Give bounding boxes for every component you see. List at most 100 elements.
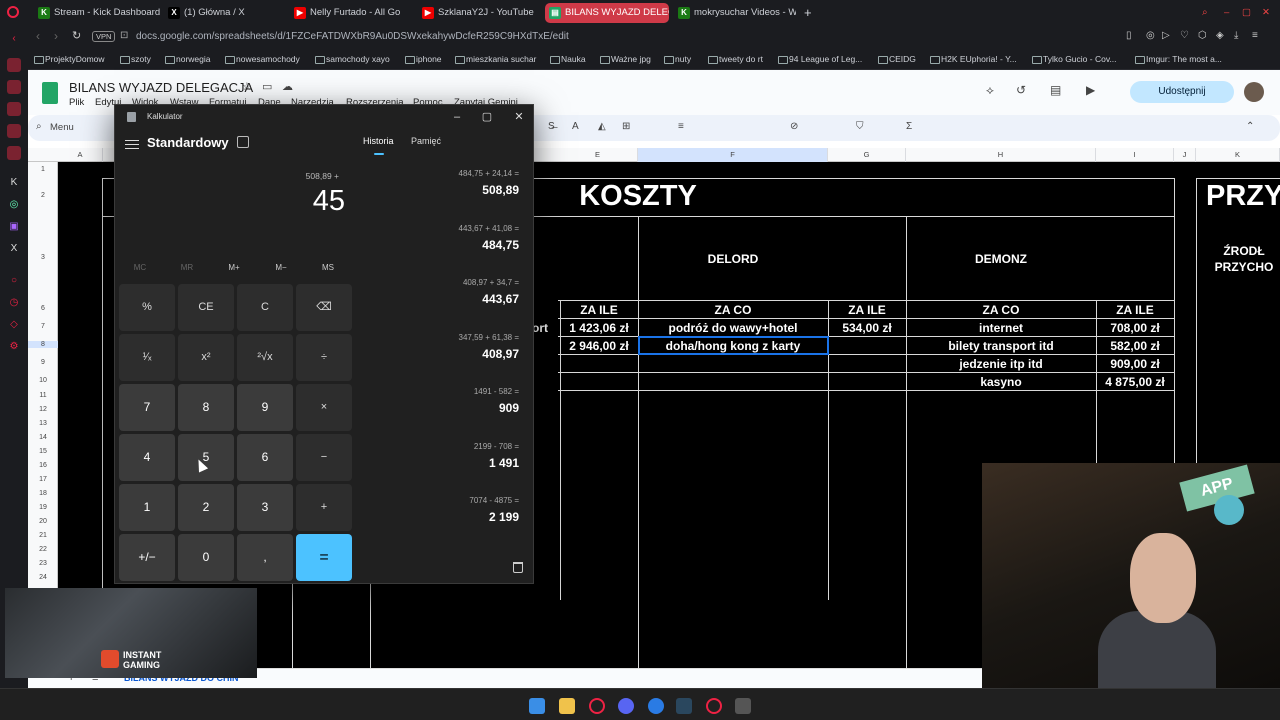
back-button[interactable]: ‹ (36, 29, 40, 43)
bookmark-item[interactable]: iphone (405, 54, 442, 64)
close-button[interactable]: ✕ (511, 109, 527, 125)
download-sidebar-icon[interactable]: ◇ (7, 318, 21, 332)
url-field[interactable]: docs.google.com/spreadsheets/d/1FZCeFATD… (136, 31, 569, 42)
ad-block-icon[interactable] (7, 58, 21, 72)
bookmark-item[interactable]: 94 League of Leg... (778, 54, 862, 64)
wallet-icon[interactable]: ◈ (1216, 30, 1224, 41)
cell-demonz-ile[interactable]: 582,00 zł (1096, 339, 1174, 353)
calculator-titlebar[interactable]: Kalkulator – ▢ ✕ (115, 105, 535, 129)
digit-9-button[interactable]: 9 (237, 384, 293, 431)
extensions-icon[interactable]: ⬡ (1198, 30, 1207, 41)
delete-history-icon[interactable] (513, 562, 523, 573)
add-button[interactable]: + (296, 484, 352, 531)
messenger-icon[interactable] (7, 124, 21, 138)
minimize-window-button[interactable]: – (1224, 3, 1240, 23)
bookmark-item[interactable]: Nauka (550, 54, 586, 64)
multiply-button[interactable]: × (296, 384, 352, 431)
digit-2-button[interactable]: 2 (178, 484, 234, 531)
download-icon[interactable]: ⤓ (1234, 30, 1238, 41)
square-root-button[interactable]: ²√x (237, 334, 293, 381)
new-tab-button[interactable]: + (800, 3, 818, 23)
negate-button[interactable]: +/− (119, 534, 175, 581)
player-sidebar-icon[interactable]: ○ (7, 274, 21, 288)
row-header[interactable]: 13 (28, 420, 58, 427)
przychody-title[interactable]: PRZY (1206, 180, 1280, 213)
tab-bilans-active[interactable]: ▤BILANS WYJAZD DELEGA (545, 3, 669, 23)
collapse-toolbar-icon[interactable]: ⌃ (1246, 121, 1254, 132)
sheets-logo-icon[interactable] (42, 82, 58, 104)
cell-delord-co[interactable]: podróż do wawy+hotel (638, 321, 828, 335)
row-header[interactable]: 21 (28, 532, 58, 539)
percent-button[interactable]: % (119, 284, 175, 331)
column-header[interactable]: J (1174, 148, 1196, 162)
bookmark-item[interactable]: szoty (120, 54, 151, 64)
borders-icon[interactable]: ⊞ (622, 121, 630, 132)
maximize-window-button[interactable]: ▢ (1242, 3, 1258, 23)
row-header[interactable]: 2 (28, 192, 58, 199)
digit-6-button[interactable]: 6 (237, 434, 293, 481)
cell-delord-ile[interactable]: 534,00 zł (828, 321, 906, 335)
square-button[interactable]: x² (178, 334, 234, 381)
clear-button[interactable]: C (237, 284, 293, 331)
bookmark-item[interactable]: nuty (664, 54, 691, 64)
row-header[interactable]: 22 (28, 546, 58, 553)
row-header[interactable]: 15 (28, 448, 58, 455)
steam-icon[interactable] (676, 698, 692, 714)
forward-button[interactable]: › (54, 29, 58, 43)
text-color-icon[interactable]: A (572, 121, 579, 132)
cell-demonz-ile[interactable]: 708,00 zł (1096, 321, 1174, 335)
column-header[interactable]: G (828, 148, 906, 162)
version-history-icon[interactable]: ↺ (1016, 83, 1026, 97)
maximize-button[interactable]: ▢ (479, 109, 495, 125)
bookmark-item[interactable]: Ważne jpg (600, 54, 651, 64)
vpn-sidebar-icon[interactable]: ◎ (7, 198, 21, 212)
extension-icon[interactable] (7, 102, 21, 116)
cell-demonz-ile[interactable]: 909,00 zł (1096, 357, 1174, 371)
cell-demonz-co[interactable]: internet (906, 321, 1096, 335)
functions-icon[interactable]: Σ (906, 121, 912, 132)
history-entry[interactable]: 2199 - 708 = 1 491 (474, 442, 519, 470)
koszty-title[interactable]: KOSZTY (548, 180, 728, 213)
tab-memory[interactable]: Pamięć (411, 136, 441, 146)
keep-on-top-icon[interactable] (237, 136, 249, 148)
memory-add-button[interactable]: M+ (215, 263, 253, 272)
bookmark-item[interactable]: tweety do rt (708, 54, 763, 64)
bookmark-item[interactable]: Tylko Gucio - Cov... (1032, 54, 1117, 64)
comments-icon[interactable]: ▤ (1050, 83, 1061, 97)
kick-sidebar-icon[interactable]: K (7, 176, 21, 190)
row-header[interactable]: 10 (28, 377, 58, 384)
share-button[interactable]: Udostępnij (1130, 81, 1234, 103)
bookmark-item[interactable]: mieszkania suchar (455, 54, 536, 64)
bookmark-item[interactable]: ProjektyDomow (34, 54, 105, 64)
start-icon[interactable] (529, 698, 545, 714)
row-header[interactable]: 11 (28, 392, 58, 399)
history-sidebar-icon[interactable]: ◷ (7, 296, 21, 310)
search-menus-input[interactable]: Menu (50, 122, 74, 133)
history-entry[interactable]: 443,67 + 41,08 = 484,75 (459, 224, 520, 252)
cell-e7[interactable]: 1 423,06 zł (560, 321, 638, 335)
digit-8-button[interactable]: 8 (178, 384, 234, 431)
camera-icon[interactable]: ◎ (1146, 30, 1155, 41)
reload-icon[interactable]: ↻ (72, 29, 81, 42)
column-header[interactable]: I (1096, 148, 1174, 162)
row-header[interactable]: 3 (28, 254, 58, 261)
bookmark-item[interactable]: Imgur: The most a... (1135, 54, 1222, 64)
cell-partial[interactable]: ort (532, 321, 558, 335)
close-window-button[interactable]: ✕ (1262, 3, 1278, 23)
history-entry[interactable]: 484,75 + 24,14 = 508,89 (459, 169, 520, 197)
column-header[interactable]: K (1196, 148, 1280, 162)
clear-entry-button[interactable]: CE (178, 284, 234, 331)
bookmark-icon[interactable]: ▯ (1126, 30, 1132, 41)
back-icon[interactable]: ‹ (7, 32, 21, 46)
za-ile-header[interactable]: ZA ILE (828, 303, 906, 317)
bookmark-item[interactable]: nowesamochody (225, 54, 300, 64)
opera-gx-icon[interactable] (706, 698, 722, 714)
avatar[interactable] (1244, 82, 1264, 102)
bookmark-item[interactable]: H2K EUphoria! - Y... (930, 54, 1017, 64)
row-header[interactable]: 7 (28, 323, 58, 330)
delord-header[interactable]: DELORD (638, 252, 828, 266)
row-header[interactable]: 19 (28, 504, 58, 511)
tab-nelly-furtado[interactable]: ▶ Nelly Furtado - All Go (290, 3, 412, 23)
history-entry[interactable]: 408,97 + 34,7 = 443,67 (463, 278, 519, 306)
bookmark-item[interactable]: samochody xayo (315, 54, 390, 64)
